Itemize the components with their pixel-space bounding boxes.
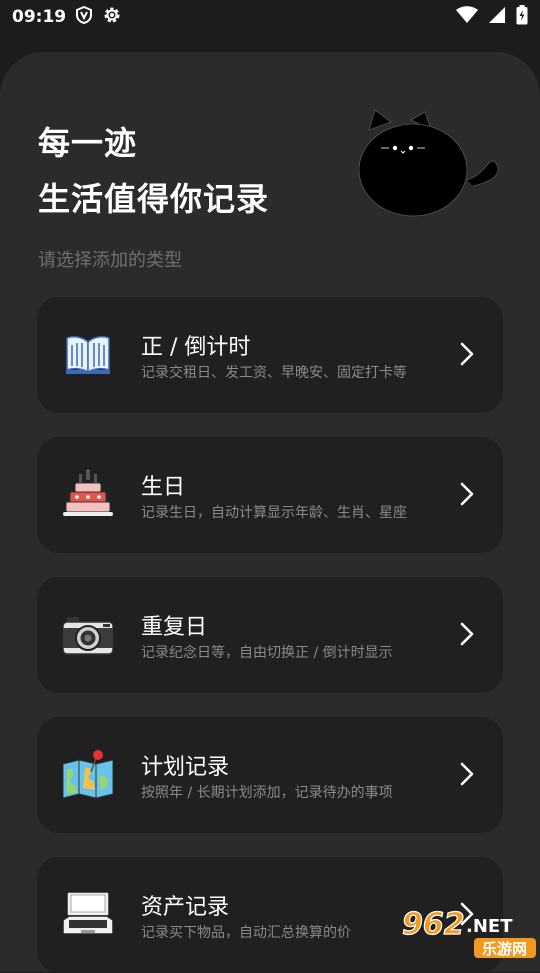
type-desc: 记录生日，自动计算显示年龄、生肖、星座 bbox=[141, 505, 407, 521]
settings-gear-icon bbox=[102, 5, 122, 30]
type-title: 资产记录 bbox=[141, 895, 230, 920]
type-desc: 记录纪念日等，自由切换正 / 倒计时显示 bbox=[141, 645, 393, 661]
type-title: 重复日 bbox=[141, 615, 208, 640]
chevron-right-icon bbox=[459, 621, 475, 647]
cake-icon bbox=[63, 468, 113, 520]
laptop-icon bbox=[62, 890, 114, 940]
watermark-suffix: .NET bbox=[466, 916, 513, 937]
chevron-right-icon bbox=[459, 341, 475, 367]
watermark-number: 962 bbox=[402, 907, 465, 942]
type-desc: 按照年 / 长期计划添加，记录待办的事项 bbox=[141, 785, 393, 801]
type-desc: 记录交租日、发工资、早晚安、固定打卡等 bbox=[141, 365, 407, 381]
type-card-birthday[interactable]: 生日 记录生日，自动计算显示年龄、生肖、星座 bbox=[37, 437, 503, 553]
watermark-sub: 乐游网 bbox=[482, 940, 527, 958]
type-title: 正 / 倒计时 bbox=[141, 335, 251, 360]
signal-icon bbox=[488, 6, 506, 28]
status-bar: 09:19 bbox=[0, 0, 540, 34]
black-cat-illustration bbox=[355, 108, 505, 220]
type-title: 生日 bbox=[141, 475, 186, 500]
camera-icon bbox=[62, 610, 114, 660]
map-icon bbox=[62, 750, 114, 800]
app-slogan: 生活值得你记录 bbox=[38, 180, 270, 218]
type-desc: 记录买下物品，自动汇总换算的价 bbox=[141, 925, 351, 941]
chevron-right-icon bbox=[459, 761, 475, 787]
type-card-repeat-day[interactable]: 重复日 记录纪念日等，自由切换正 / 倒计时显示 bbox=[37, 577, 503, 693]
type-card-countdown[interactable]: 正 / 倒计时 记录交租日、发工资、早晚安、固定打卡等 bbox=[37, 297, 503, 413]
type-card-plan[interactable]: 计划记录 按照年 / 长期计划添加，记录待办的事项 bbox=[37, 717, 503, 833]
vpn-shield-icon bbox=[76, 5, 93, 29]
site-watermark: 962 .NET 乐游网 bbox=[398, 900, 540, 960]
battery-icon bbox=[516, 5, 528, 29]
app-title: 每一迹 bbox=[38, 124, 138, 162]
book-icon bbox=[63, 330, 113, 380]
chevron-right-icon bbox=[459, 481, 475, 507]
status-right bbox=[456, 5, 528, 29]
wifi-icon bbox=[456, 6, 478, 28]
type-title: 计划记录 bbox=[141, 755, 230, 780]
section-subtitle: 请选择添加的类型 bbox=[38, 250, 182, 271]
status-left: 09:19 bbox=[12, 5, 122, 30]
status-time: 09:19 bbox=[12, 7, 67, 27]
